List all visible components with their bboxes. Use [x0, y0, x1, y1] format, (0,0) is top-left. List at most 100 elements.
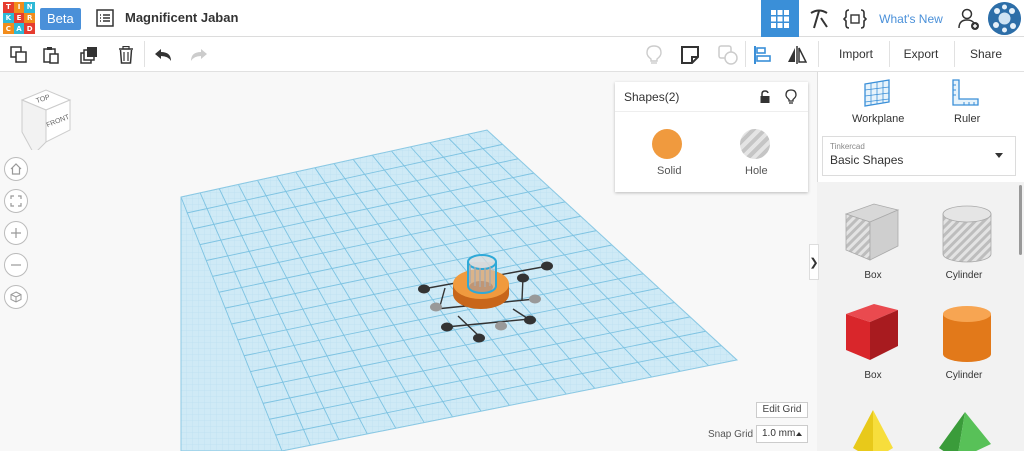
- hole-swatch[interactable]: [740, 129, 770, 159]
- perspective-button[interactable]: [4, 285, 28, 309]
- top-bar: TINKERCAD Beta Magnificent Jaban What's …: [0, 0, 1024, 37]
- align-icon: [754, 45, 771, 64]
- inspector-header: Shapes(2): [615, 82, 808, 112]
- show-all-button[interactable]: [639, 37, 669, 72]
- plus-icon: [11, 228, 21, 238]
- snap-grid-value: 1.0 mm: [762, 428, 796, 439]
- resize-handle[interactable]: [418, 284, 430, 294]
- shape-roof[interactable]: [935, 408, 995, 451]
- resize-handle[interactable]: [524, 315, 536, 325]
- logo-letter: C: [3, 23, 14, 34]
- design-list-icon[interactable]: [96, 9, 114, 27]
- workplane-label[interactable]: Workplane: [852, 113, 904, 125]
- add-user-icon: [958, 8, 979, 30]
- lock-icon[interactable]: [759, 90, 771, 109]
- edit-grid-button[interactable]: Edit Grid: [756, 402, 808, 418]
- resize-handle[interactable]: [441, 322, 453, 332]
- shape-pyramid[interactable]: [845, 408, 901, 451]
- blocks-button[interactable]: [801, 0, 837, 37]
- fit-icon: [10, 195, 22, 207]
- tinkercad-logo[interactable]: TINKERCAD: [3, 2, 35, 34]
- toolbar-divider: [745, 41, 746, 67]
- shape-cylinder-solid[interactable]: [935, 300, 999, 380]
- caret-down-icon: [995, 153, 1003, 158]
- ruler-label[interactable]: Ruler: [954, 113, 980, 125]
- group-button[interactable]: [713, 37, 743, 72]
- share-button[interactable]: Share: [956, 42, 1016, 66]
- library-scrollbar[interactable]: [1019, 185, 1022, 255]
- resize-handle[interactable]: [517, 273, 529, 283]
- snap-grid-select[interactable]: 1.0 mm: [756, 425, 808, 443]
- logo-letter: K: [3, 12, 14, 24]
- resize-handle[interactable]: [430, 302, 442, 312]
- shapes-inspector-panel: Shapes(2) Solid Hole: [615, 82, 808, 192]
- fit-view-button[interactable]: [4, 189, 28, 213]
- avatar[interactable]: [988, 2, 1021, 35]
- beta-badge: Beta: [40, 8, 81, 30]
- chevron-up-icon: [796, 432, 802, 436]
- copy-icon: [10, 45, 27, 63]
- copy-button[interactable]: [4, 37, 34, 72]
- ruler-icon: [952, 79, 979, 106]
- shape-label: Box: [864, 270, 882, 281]
- group-icon: [718, 44, 738, 65]
- undo-icon: [155, 48, 171, 61]
- shape-cylinder-hole[interactable]: [935, 200, 999, 280]
- toolbar-divider: [954, 41, 955, 67]
- paste-button[interactable]: [36, 37, 66, 72]
- paste-icon: [43, 46, 59, 64]
- ruler-tool[interactable]: [950, 78, 982, 110]
- zoom-out-button[interactable]: [4, 253, 28, 277]
- design-title[interactable]: Magnificent Jaban: [125, 10, 238, 25]
- duplicate-icon: [80, 46, 97, 64]
- home-icon: [10, 163, 22, 175]
- mirror-button[interactable]: [782, 37, 812, 72]
- logo-letter: N: [24, 2, 35, 13]
- delete-button[interactable]: [111, 37, 141, 72]
- resize-handle[interactable]: [529, 294, 541, 304]
- hole-label[interactable]: Hole: [745, 165, 768, 177]
- align-button[interactable]: [747, 37, 777, 72]
- grid-icon: [771, 9, 789, 28]
- codeblocks-button[interactable]: [837, 0, 873, 37]
- cube-icon: [10, 291, 22, 303]
- duplicate-button[interactable]: [75, 37, 105, 72]
- note-icon: [681, 45, 699, 64]
- toolbar-divider: [818, 41, 819, 67]
- toolbar-divider: [889, 41, 890, 67]
- inspector-title: Shapes(2): [624, 90, 680, 104]
- import-button[interactable]: Import: [826, 42, 886, 66]
- code-braces-icon: [843, 8, 867, 29]
- add-user-button[interactable]: [952, 0, 986, 37]
- undo-button[interactable]: [148, 37, 178, 72]
- edit-toolbar: Import Export Share: [0, 37, 1024, 72]
- export-button[interactable]: Export: [891, 42, 951, 66]
- shape-label: Box: [864, 370, 882, 381]
- resize-handle[interactable]: [541, 261, 553, 271]
- solid-label[interactable]: Solid: [657, 165, 681, 177]
- library-source-label: Tinkercad: [830, 142, 865, 151]
- logo-letter: R: [24, 12, 35, 24]
- zoom-in-button[interactable]: [4, 221, 28, 245]
- resize-handle[interactable]: [473, 333, 485, 343]
- logo-letter: E: [13, 12, 25, 24]
- shape-label: Cylinder: [945, 270, 983, 281]
- shape-label: Cylinder: [945, 370, 983, 381]
- resize-handle[interactable]: [495, 321, 507, 331]
- solid-swatch[interactable]: [652, 129, 682, 159]
- workplane-icon: [864, 79, 890, 107]
- redo-button[interactable]: [184, 37, 214, 72]
- notes-button[interactable]: [675, 37, 705, 72]
- whats-new-link[interactable]: What's New: [876, 0, 946, 37]
- 3d-view-button[interactable]: [761, 0, 799, 37]
- shape-box-solid[interactable]: [840, 300, 904, 380]
- shape-library-select[interactable]: Tinkercad Basic Shapes: [822, 136, 1016, 176]
- home-view-button[interactable]: [4, 157, 28, 181]
- redo-icon: [191, 48, 207, 61]
- collapse-sidebar-button[interactable]: ❯: [809, 244, 819, 280]
- toolbar-divider: [144, 41, 145, 67]
- mirror-icon: [788, 45, 807, 64]
- view-cube[interactable]: TOP FRONT: [20, 86, 72, 155]
- lightbulb-icon[interactable]: [785, 89, 797, 109]
- shape-box-hole[interactable]: [840, 200, 904, 280]
